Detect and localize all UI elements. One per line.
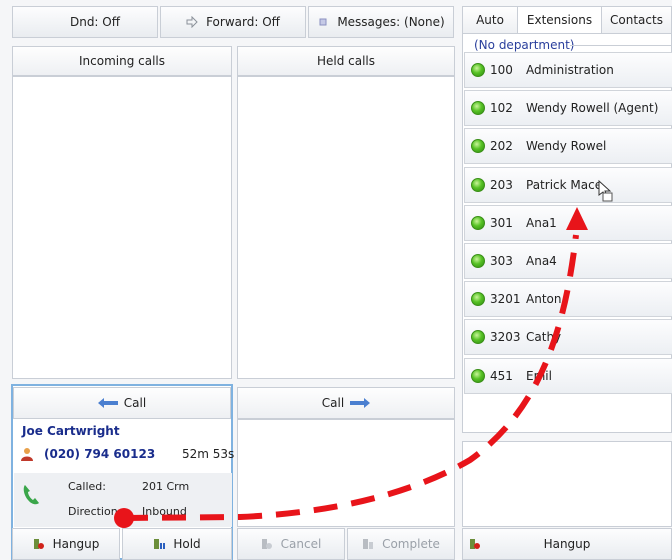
department-label: (No department) — [474, 38, 575, 52]
forward-icon — [186, 16, 198, 28]
extension-name: Ana4 — [526, 254, 557, 268]
hold-icon — [154, 539, 166, 549]
dnd-button[interactable]: Dnd: Off — [12, 6, 158, 38]
caller-name: Joe Cartwright — [22, 424, 120, 438]
held-calls-title: Held calls — [316, 54, 376, 68]
status-available-icon — [471, 330, 485, 345]
extension-detail-area — [462, 441, 672, 527]
extension-name: Cathy — [526, 330, 562, 345]
hangup-label: Hangup — [52, 537, 100, 551]
extension-row[interactable]: 102 Wendy Rowell (Agent) — [464, 90, 672, 127]
right-hangup-label: Hangup — [543, 537, 591, 551]
transfer-call-header: Call — [237, 387, 455, 419]
status-available-icon — [471, 292, 485, 307]
forward-label: Forward: Off — [206, 15, 280, 29]
transfer-call-area[interactable] — [237, 419, 455, 527]
hold-button[interactable]: Hold — [122, 528, 232, 560]
direction-label: Direction: — [68, 505, 122, 518]
right-hangup-button[interactable]: Hangup — [462, 528, 672, 560]
message-icon — [319, 18, 327, 26]
complete-button[interactable]: Complete — [347, 528, 455, 560]
tab-auto-label: Auto — [476, 13, 504, 27]
status-available-icon — [471, 139, 485, 154]
extension-row[interactable]: 202 Wendy Rowel — [464, 128, 672, 165]
extension-row[interactable]: 451 Emil — [464, 357, 672, 394]
extension-name: Patrick Mace — [526, 177, 603, 192]
complete-label: Complete — [382, 537, 440, 551]
extension-number: 303 — [490, 254, 513, 268]
extension-number: 301 — [490, 215, 513, 230]
incoming-calls-list[interactable] — [12, 76, 232, 379]
extension-row[interactable]: 303 Ana4 — [464, 243, 672, 279]
extension-number: 3201 — [490, 292, 521, 307]
cancel-button[interactable]: Cancel — [237, 528, 345, 560]
extension-row[interactable]: 3203 Cathy — [464, 319, 672, 356]
status-available-icon — [471, 215, 485, 230]
incoming-calls-header: Incoming calls — [12, 46, 232, 76]
contact-icon — [21, 448, 33, 461]
tab-auto[interactable]: Auto — [462, 6, 518, 34]
caller-number: (020) 794 60123 — [44, 447, 156, 461]
extension-number: 203 — [490, 177, 513, 192]
call-header: Call — [13, 387, 231, 419]
hangup-icon — [33, 539, 44, 549]
extension-number: 451 — [490, 368, 513, 383]
extension-name: Emil — [526, 368, 552, 383]
tab-extensions-label: Extensions — [526, 13, 593, 27]
extension-row[interactable]: 3201 Anton — [464, 281, 672, 318]
tab-contacts-label: Contacts — [610, 13, 663, 27]
tab-extensions[interactable]: Extensions — [517, 6, 602, 34]
department-divider — [570, 45, 672, 46]
called-label: Called: — [68, 480, 106, 493]
arrow-right-icon — [350, 398, 371, 408]
hangup-icon — [470, 539, 480, 549]
phone-icon — [23, 485, 39, 505]
extension-row[interactable]: 100 Administration — [464, 52, 672, 88]
messages-label: Messages: (None) — [337, 15, 445, 29]
call-info-box — [14, 473, 232, 527]
status-available-icon — [471, 254, 485, 268]
messages-button[interactable]: Messages: (None) — [308, 6, 454, 38]
cancel-icon — [261, 539, 272, 549]
transfer-call-label: Call — [321, 396, 345, 410]
extension-name: Administration — [526, 63, 614, 77]
held-calls-header: Held calls — [237, 46, 455, 76]
status-available-icon — [471, 101, 485, 116]
extension-number: 100 — [490, 63, 513, 77]
dnd-icon — [50, 16, 62, 28]
extension-name: Wendy Rowel — [526, 139, 607, 154]
extension-row[interactable]: 203 Patrick Mace — [464, 166, 672, 203]
extension-name: Wendy Rowell (Agent) — [526, 101, 659, 116]
called-value: 201 Crm — [142, 480, 190, 493]
extension-number: 202 — [490, 139, 513, 154]
forward-button[interactable]: Forward: Off — [160, 6, 306, 38]
extension-name: Anton — [526, 292, 562, 307]
extension-row[interactable]: 301 Ana1 — [464, 204, 672, 241]
arrow-left-icon — [97, 398, 118, 408]
hangup-button[interactable]: Hangup — [12, 528, 120, 560]
direction-value: Inbound — [142, 505, 187, 518]
status-available-icon — [471, 63, 485, 77]
tab-contacts[interactable]: Contacts — [601, 6, 672, 34]
call-header-label: Call — [123, 396, 147, 410]
extension-name: Ana1 — [526, 215, 557, 230]
hold-label: Hold — [173, 537, 201, 551]
extension-number: 102 — [490, 101, 513, 116]
held-calls-list[interactable] — [237, 76, 455, 379]
extension-number: 3203 — [490, 330, 521, 345]
status-available-icon — [471, 368, 485, 383]
dnd-label: Dnd: Off — [69, 15, 121, 29]
complete-icon — [363, 539, 374, 549]
call-duration: 52m 53s — [182, 447, 235, 461]
status-available-icon — [471, 177, 485, 192]
cancel-label: Cancel — [280, 537, 322, 551]
incoming-calls-title: Incoming calls — [78, 54, 165, 68]
